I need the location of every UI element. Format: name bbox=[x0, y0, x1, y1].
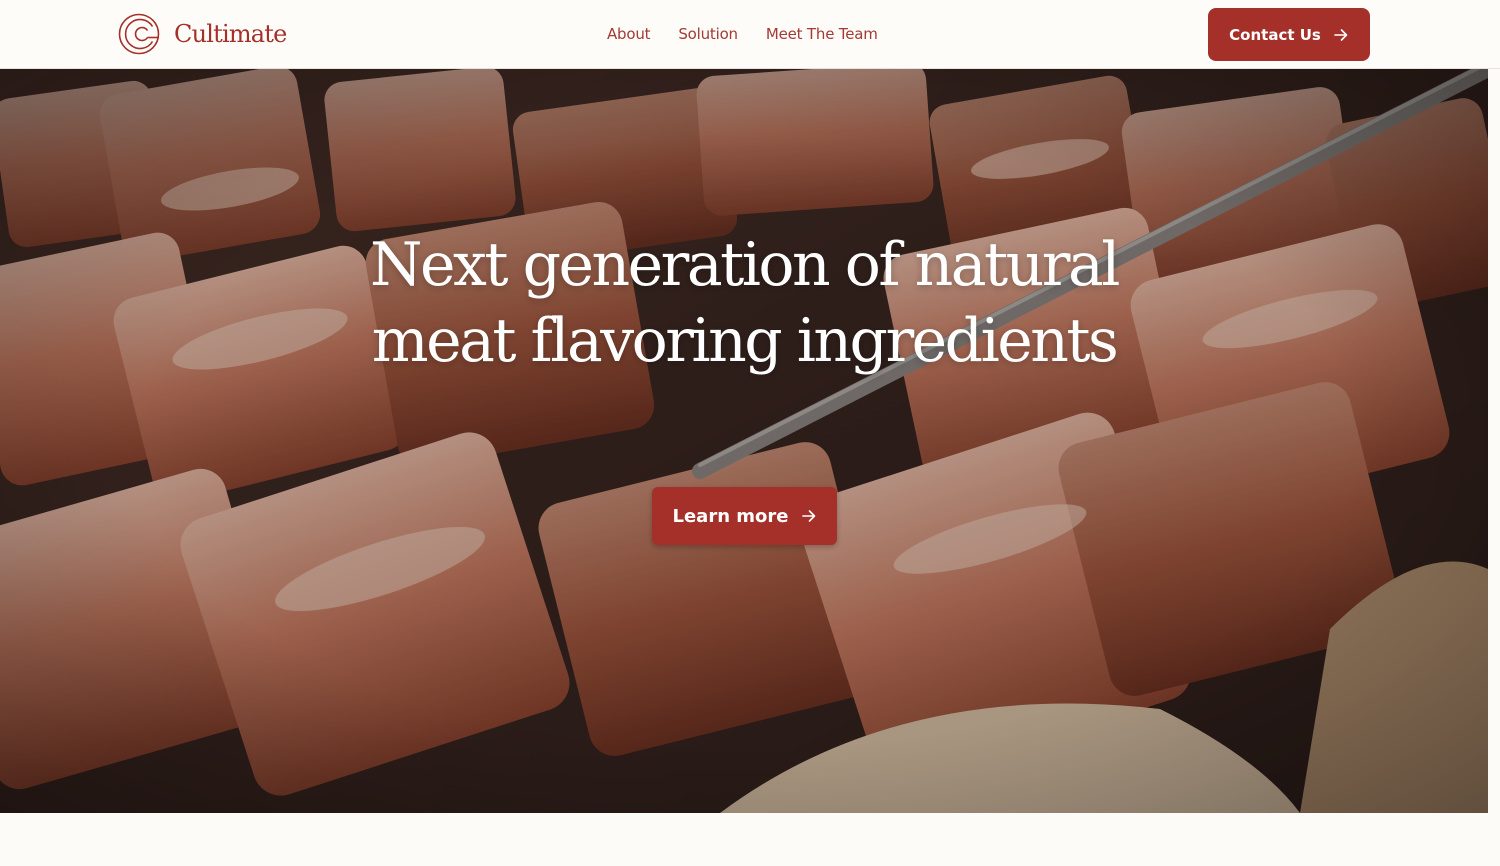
nav-link-solution[interactable]: Solution bbox=[678, 22, 738, 46]
logo-link[interactable]: Cultimate bbox=[118, 13, 287, 55]
learn-more-label: Learn more bbox=[672, 505, 789, 527]
arrow-right-icon bbox=[1334, 28, 1348, 41]
hero-headline: Next generation of natural meat flavorin… bbox=[370, 230, 1120, 376]
brand-name: Cultimate bbox=[174, 20, 287, 48]
nav-link-meet-the-team[interactable]: Meet The Team bbox=[766, 22, 878, 46]
cultimate-logo-icon bbox=[118, 13, 160, 55]
arrow-right-icon bbox=[801, 510, 815, 522]
hero-section: Next generation of natural meat flavorin… bbox=[0, 69, 1488, 813]
main-nav: About Solution Meet The Team bbox=[607, 22, 878, 46]
grilled-pork-belly-photo bbox=[0, 69, 1488, 813]
contact-us-button[interactable]: Contact Us bbox=[1208, 8, 1370, 61]
contact-us-label: Contact Us bbox=[1229, 25, 1321, 44]
nav-link-about[interactable]: About bbox=[607, 22, 651, 46]
site-header: Cultimate About Solution Meet The Team C… bbox=[0, 0, 1500, 69]
learn-more-button[interactable]: Learn more bbox=[652, 487, 837, 545]
